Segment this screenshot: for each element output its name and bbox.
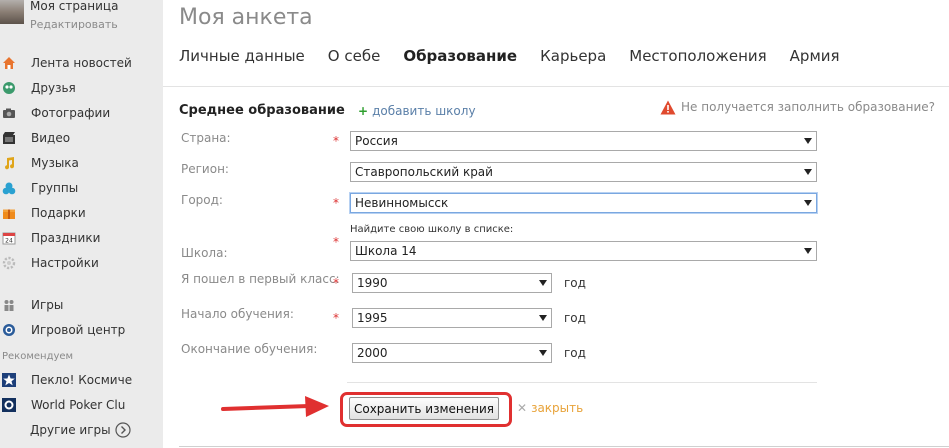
sidebar-item-video[interactable]: Видео [0, 128, 163, 148]
camera-icon [1, 105, 17, 121]
annotation-arrow-icon [221, 396, 329, 417]
gear-icon [1, 255, 17, 271]
sidebar: Моя страница Редактировать Лента новосте… [0, 0, 163, 448]
country-select[interactable]: Россия [350, 131, 817, 151]
save-changes-button[interactable]: Сохранить изменения [349, 397, 499, 420]
tab-personal-data[interactable]: Личные данные [179, 47, 305, 65]
page-title: Моя анкета [179, 5, 313, 30]
sidebar-item-world-poker[interactable]: World Poker Clu [0, 395, 163, 415]
chevron-down-icon [539, 315, 547, 321]
add-school-link[interactable]: + добавить школу [358, 104, 476, 118]
close-link[interactable]: ✕ закрыть [517, 401, 583, 415]
sidebar-item-peklo[interactable]: Пекло! Космиче [0, 370, 163, 390]
bottom-divider [179, 446, 949, 447]
sidebar-item-news[interactable]: Лента новостей [0, 53, 163, 73]
tab-army[interactable]: Армия [790, 47, 840, 65]
region-label: Регион: [181, 162, 229, 176]
help-link[interactable]: Не получается заполнить образование? [660, 99, 935, 115]
school-hint: Найдите свою школу в списке: [350, 224, 514, 235]
first-grade-required-mark: * [333, 276, 339, 290]
friends-icon [1, 80, 17, 96]
school-required-mark: * [333, 235, 339, 249]
chevron-down-icon [804, 169, 812, 175]
house-icon [1, 55, 17, 71]
country-required-mark: * [333, 134, 339, 148]
svg-text:24: 24 [5, 238, 13, 245]
study-start-label: Начало обучения: [181, 307, 294, 321]
warning-icon [660, 99, 676, 115]
sidebar-item-gifts[interactable]: Подарки [0, 203, 163, 223]
chevron-down-icon [804, 248, 812, 254]
region-select[interactable]: Ставропольский край [350, 162, 817, 182]
sidebar-item-other-games[interactable]: Другие игры [30, 420, 150, 440]
study-end-label: Окончание обучения: [181, 342, 318, 356]
school-select[interactable]: Школа 14 [350, 241, 817, 261]
calendar-icon: 24 [1, 230, 17, 246]
city-select[interactable]: Невинномысск [350, 193, 817, 213]
chevron-down-icon [539, 350, 547, 356]
recommended-heading: Рекомендуем [2, 351, 74, 362]
close-icon: ✕ [517, 401, 528, 415]
country-label: Страна: [181, 131, 231, 145]
study-start-year-unit: год [564, 311, 586, 325]
chevron-down-icon [804, 138, 812, 144]
my-page-link[interactable]: Моя страница [30, 0, 118, 13]
sidebar-item-game-center[interactable]: Игровой центр [0, 320, 163, 340]
star-icon [1, 372, 17, 388]
chevron-down-icon [804, 200, 812, 206]
sidebar-item-friends[interactable]: Друзья [0, 78, 163, 98]
form-divider [347, 382, 817, 383]
study-end-year-unit: год [564, 346, 586, 360]
plus-icon: + [358, 104, 369, 118]
tab-locations[interactable]: Местоположения [629, 47, 766, 65]
tab-education[interactable]: Образование [403, 47, 517, 65]
avatar[interactable] [0, 0, 24, 24]
sidebar-item-games[interactable]: Игры [0, 295, 163, 315]
sidebar-item-holidays[interactable]: 24 Праздники [0, 228, 163, 248]
sidebar-item-music[interactable]: Музыка [0, 153, 163, 173]
games-icon [1, 297, 17, 313]
sidebar-item-settings[interactable]: Настройки [0, 253, 163, 273]
first-grade-label: Я пошел в первый класс: [181, 272, 340, 286]
edit-profile-link[interactable]: Редактировать [30, 18, 118, 31]
study-start-year-select[interactable]: 1995 [352, 308, 552, 328]
study-start-required-mark: * [333, 311, 339, 325]
poker-icon [1, 397, 17, 413]
school-label: Школа: [181, 246, 228, 260]
tabs-divider [163, 86, 949, 87]
sidebar-item-groups[interactable]: Группы [0, 178, 163, 198]
section-title: Среднее образование [179, 103, 345, 118]
city-label: Город: [181, 193, 223, 207]
sidebar-item-photos[interactable]: Фотографии [0, 103, 163, 123]
first-grade-year-unit: год [564, 276, 586, 290]
arrow-circle-icon [114, 422, 131, 438]
tab-career[interactable]: Карьера [540, 47, 606, 65]
groups-icon [1, 180, 17, 196]
film-icon [1, 130, 17, 146]
tab-about[interactable]: О себе [328, 47, 381, 65]
profile-tabs: Личные данные О себе Образование Карьера… [179, 47, 863, 65]
game-center-icon [1, 322, 17, 338]
first-grade-year-select[interactable]: 1990 [352, 273, 552, 293]
music-note-icon [1, 155, 17, 171]
gift-icon [1, 205, 17, 221]
study-end-year-select[interactable]: 2000 [352, 343, 552, 363]
chevron-down-icon [539, 280, 547, 286]
city-required-mark: * [333, 196, 339, 210]
